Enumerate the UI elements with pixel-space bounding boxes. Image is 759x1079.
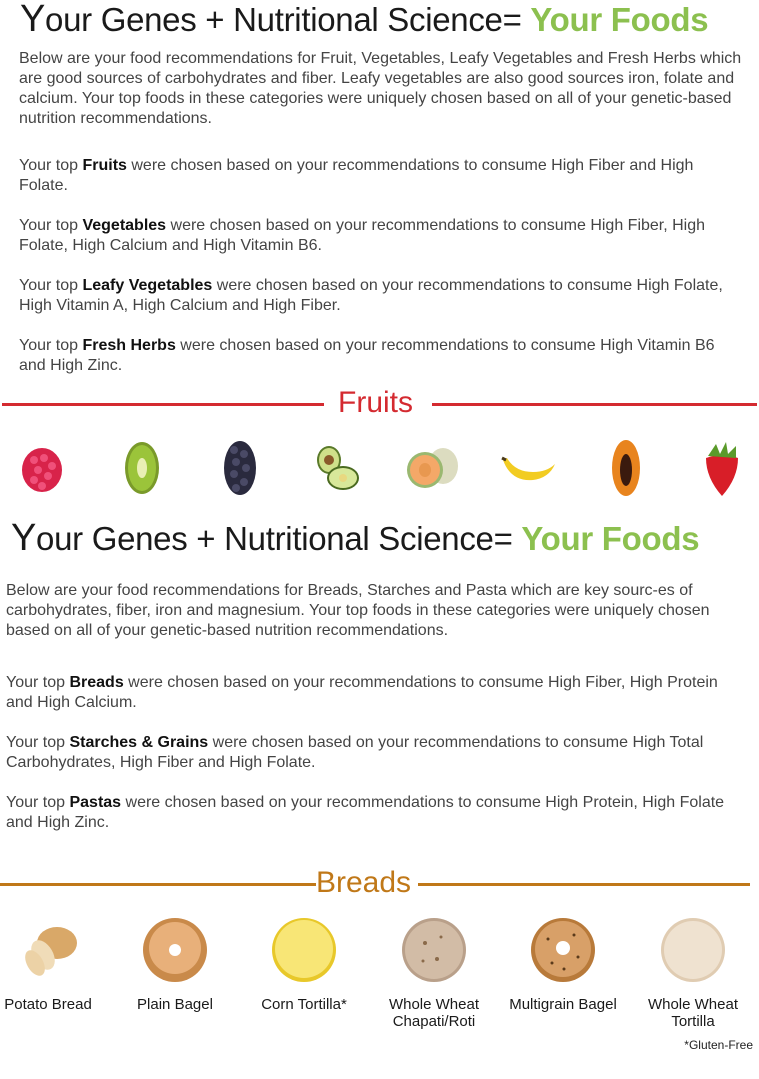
bread-name: Potato Bread [4, 996, 92, 1013]
bread-name: Multigrain Bagel [509, 996, 617, 1013]
whole-wheat-tortilla-image [661, 918, 725, 982]
rec-pre: Your top [6, 734, 70, 751]
rec-pre: Your top [19, 217, 83, 234]
rec-category: Fruits [82, 157, 127, 174]
recommendation-pastas: Your top Pastas were chosen based on you… [6, 793, 728, 833]
divider-line-left [2, 403, 324, 406]
title-main: our Genes + Nutritional Science= [45, 1, 531, 38]
page-title-2: Your Genes + Nutritional Science= Your F… [11, 517, 700, 560]
recommendation-leafy-vegetables: Your top Leafy Vegetables were chosen ba… [19, 276, 744, 316]
title-prefix: Y [20, 0, 46, 40]
bread-name: Corn Tortilla* [261, 996, 347, 1013]
bread-item: Plain Bagel [115, 915, 235, 1013]
raspberry-image [22, 448, 62, 492]
bread-items-row: Potato Bread Plain Bagel Corn Tortilla* … [0, 915, 759, 1035]
whole-wheat-chapati-image [402, 918, 466, 982]
recommendation-starches-grains: Your top Starches & Grains were chosen b… [6, 733, 741, 773]
corn-tortilla-image [272, 918, 336, 982]
page-title-1: Your Genes + Nutritional Science= Your F… [20, 0, 709, 41]
blackberry-image [224, 441, 256, 495]
intro-paragraph-1: Below are your food recommendations for … [19, 50, 742, 127]
bread-name: Plain Bagel [137, 996, 213, 1013]
rec-category: Leafy Vegetables [82, 277, 213, 294]
rec-pre: Your top [6, 674, 70, 691]
fruits-heading: Fruits [338, 386, 413, 419]
breads-heading: Breads [316, 866, 412, 899]
rec-pre: Your top [19, 157, 83, 174]
kiwi-image [125, 442, 159, 494]
bread-name: Whole Wheat Tortilla [647, 996, 739, 1030]
plain-bagel-image [143, 918, 207, 982]
bread-item: Whole Wheat Tortilla [633, 915, 753, 1030]
strawberry-image [706, 442, 738, 496]
recommendation-breads: Your top Breads were chosen based on you… [6, 673, 728, 713]
title-main: our Genes + Nutritional Science= [36, 520, 522, 557]
bread-item: Multigrain Bagel [503, 915, 623, 1013]
bread-item: Whole Wheat Chapati/Roti [374, 915, 494, 1030]
banana-image [501, 456, 555, 481]
cantaloupe-image [407, 448, 458, 488]
title-prefix: Y [11, 517, 37, 559]
rec-pre: Your top [6, 794, 70, 811]
multigrain-bagel-image [531, 918, 595, 982]
potato-bread-image [25, 927, 77, 976]
rec-category: Fresh Herbs [82, 337, 176, 354]
fruits-section-header: Fruits [0, 386, 759, 422]
rec-category: Breads [69, 674, 124, 691]
divider-line-left [0, 883, 316, 886]
avocado-image [317, 446, 359, 490]
divider-line-right [432, 403, 757, 406]
intro-paragraph-2: Below are your food recommendations for … [6, 582, 710, 639]
rec-pre: Your top [19, 277, 83, 294]
bread-name: Whole Wheat Chapati/Roti [388, 996, 480, 1030]
breads-section-header: Breads [0, 866, 759, 902]
title-accent: Your Foods [521, 520, 700, 557]
rec-category: Vegetables [82, 217, 167, 234]
recommendation-vegetables: Your top Vegetables were chosen based on… [19, 216, 744, 256]
gluten-free-footnote: *Gluten-Free [684, 1038, 753, 1052]
title-accent: Your Foods [530, 1, 709, 38]
recommendation-fresh-herbs: Your top Fresh Herbs were chosen based o… [19, 336, 719, 376]
recommendation-fruits: Your top Fruits were chosen based on you… [19, 156, 744, 196]
rec-category: Pastas [69, 794, 122, 811]
rec-category: Starches & Grains [69, 734, 209, 751]
fruit-images-row [0, 438, 759, 500]
rec-pre: Your top [19, 337, 83, 354]
papaya-image [612, 440, 640, 496]
bread-item: Potato Bread [0, 915, 108, 1013]
bread-item: Corn Tortilla* [244, 915, 364, 1013]
divider-line-right [418, 883, 750, 886]
